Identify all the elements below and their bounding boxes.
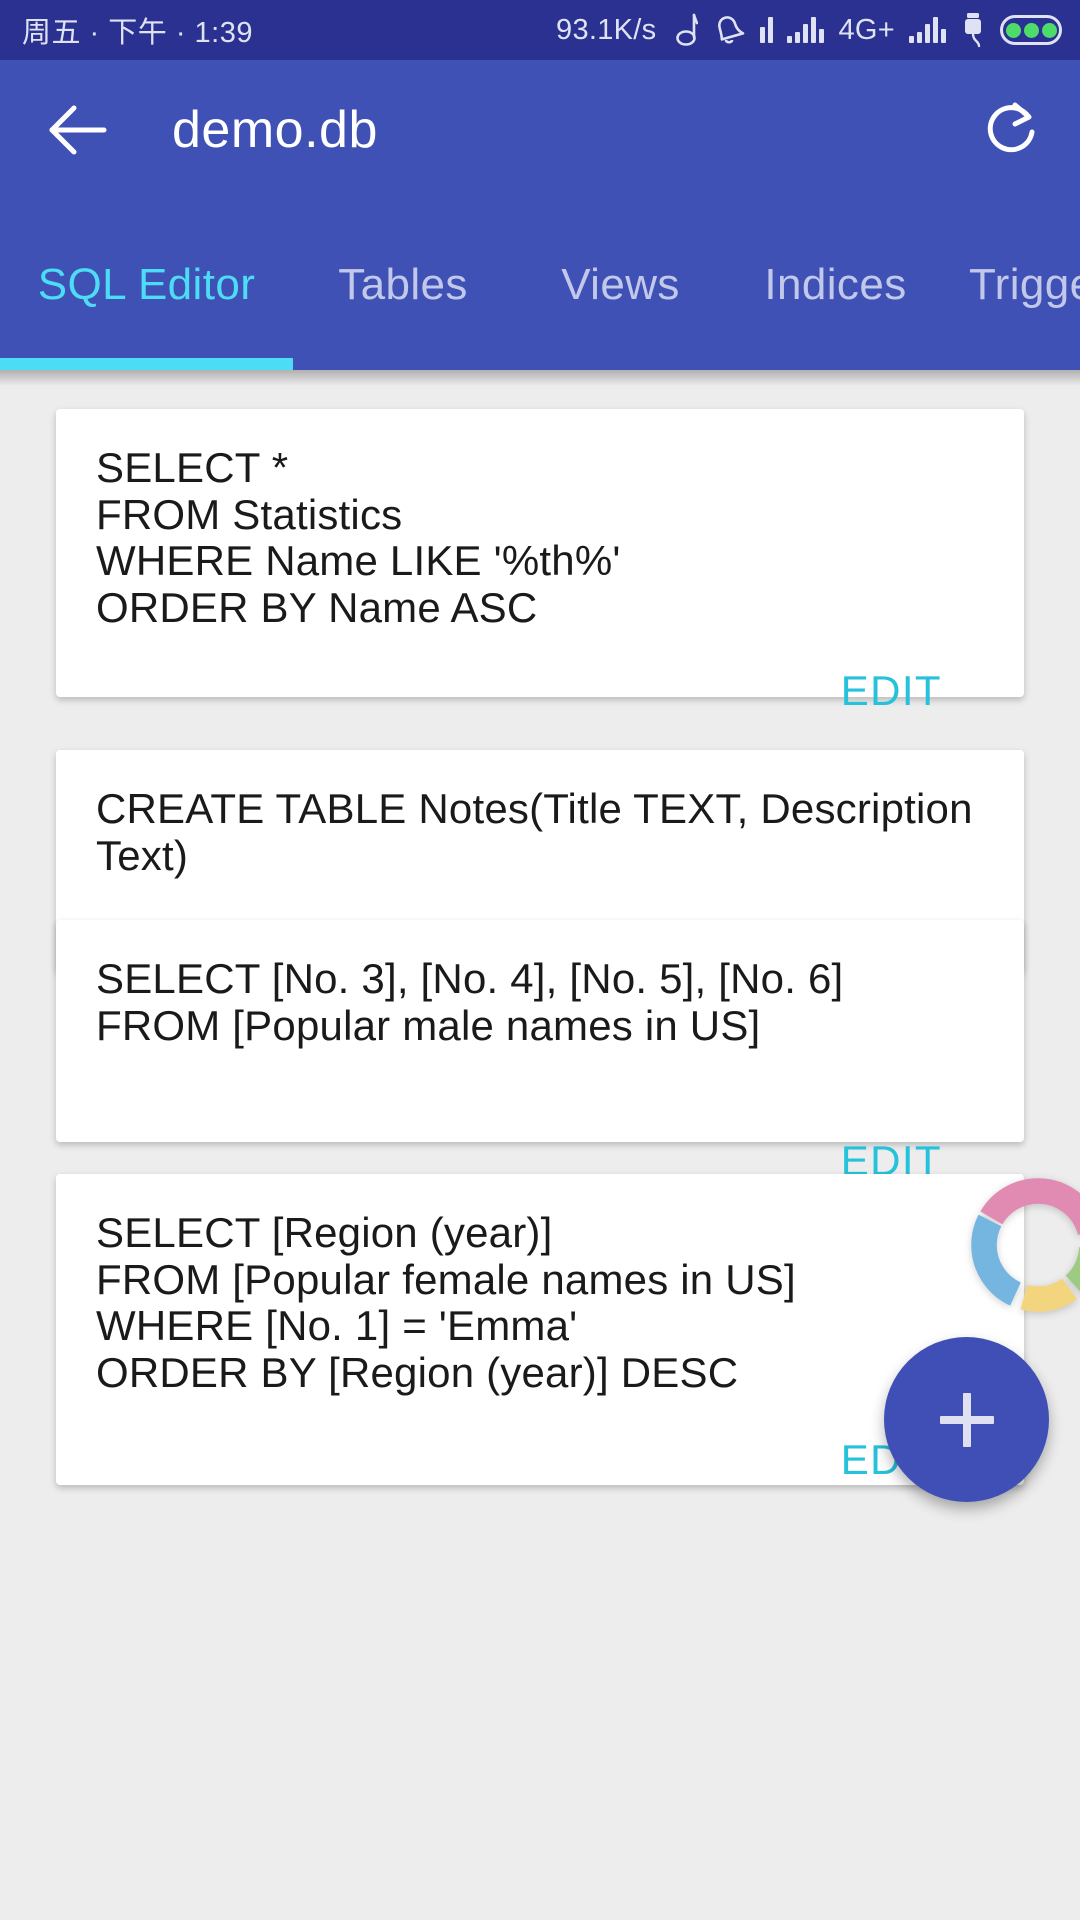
- status-clock: 周五 · 下午 · 1:39: [22, 17, 253, 49]
- query-text: SELECT [No. 3], [No. 4], [No. 5], [No. 6…: [96, 955, 844, 1049]
- signal-bars-icon: [760, 17, 774, 43]
- query-text: SELECT * FROM Statistics WHERE Name LIKE…: [96, 444, 621, 631]
- tab-views[interactable]: Views: [513, 200, 728, 370]
- edit-button[interactable]: EDIT: [841, 667, 942, 715]
- tab-bar: SQL Editor Tables Views Indices Triggers: [0, 200, 1080, 370]
- network-speed-label: 93.1K/s: [556, 13, 657, 46]
- query-card[interactable]: SELECT * FROM Statistics WHERE Name LIKE…: [56, 409, 1024, 714]
- tab-sql-editor[interactable]: SQL Editor: [0, 200, 293, 370]
- usb-icon: [965, 13, 981, 48]
- tab-strip: SQL Editor Tables Views Indices Triggers: [0, 200, 1080, 370]
- refresh-icon: [987, 102, 1035, 153]
- multicolor-ring-icon: [971, 1178, 1080, 1312]
- tab-active-indicator: [0, 358, 293, 370]
- battery-icon: [1000, 15, 1062, 45]
- page-title: demo.db: [172, 101, 378, 159]
- music-note-icon: [676, 13, 699, 46]
- app-bar-shadow: [0, 370, 1080, 386]
- tab-tables[interactable]: Tables: [293, 200, 513, 370]
- signal-bars-icon: [787, 17, 825, 43]
- add-query-fab[interactable]: [884, 1337, 1049, 1502]
- back-arrow-icon: [49, 105, 107, 155]
- card-actions: EDIT: [96, 1436, 984, 1484]
- sql-query-list[interactable]: SELECT * FROM Statistics WHERE Name LIKE…: [0, 370, 1080, 1920]
- refresh-button[interactable]: [978, 97, 1044, 163]
- network-type-label: 4G+: [838, 13, 895, 46]
- status-bar-icons: 93.1K/s 4G+: [556, 11, 1062, 49]
- query-card[interactable]: SELECT [Region (year)] FROM [Popular fem…: [56, 1174, 1024, 1485]
- back-button[interactable]: [46, 97, 112, 163]
- app-bar: demo.db: [0, 60, 1080, 200]
- query-text: CREATE TABLE Notes(Title TEXT, Descripti…: [96, 785, 984, 879]
- tab-indices[interactable]: Indices: [728, 200, 943, 370]
- status-bar: 周五 · 下午 · 1:39 93.1K/s 4G+: [0, 0, 1080, 60]
- card-actions: EDIT: [96, 667, 984, 715]
- plus-icon: [962, 1392, 971, 1447]
- bell-icon: [718, 16, 745, 44]
- tab-triggers[interactable]: Triggers: [943, 200, 1080, 370]
- query-text: SELECT [Region (year)] FROM [Popular fem…: [96, 1209, 796, 1396]
- signal-bars-icon: [909, 17, 946, 43]
- query-card[interactable]: SELECT [No. 3], [No. 4], [No. 5], [No. 6…: [56, 920, 1024, 1184]
